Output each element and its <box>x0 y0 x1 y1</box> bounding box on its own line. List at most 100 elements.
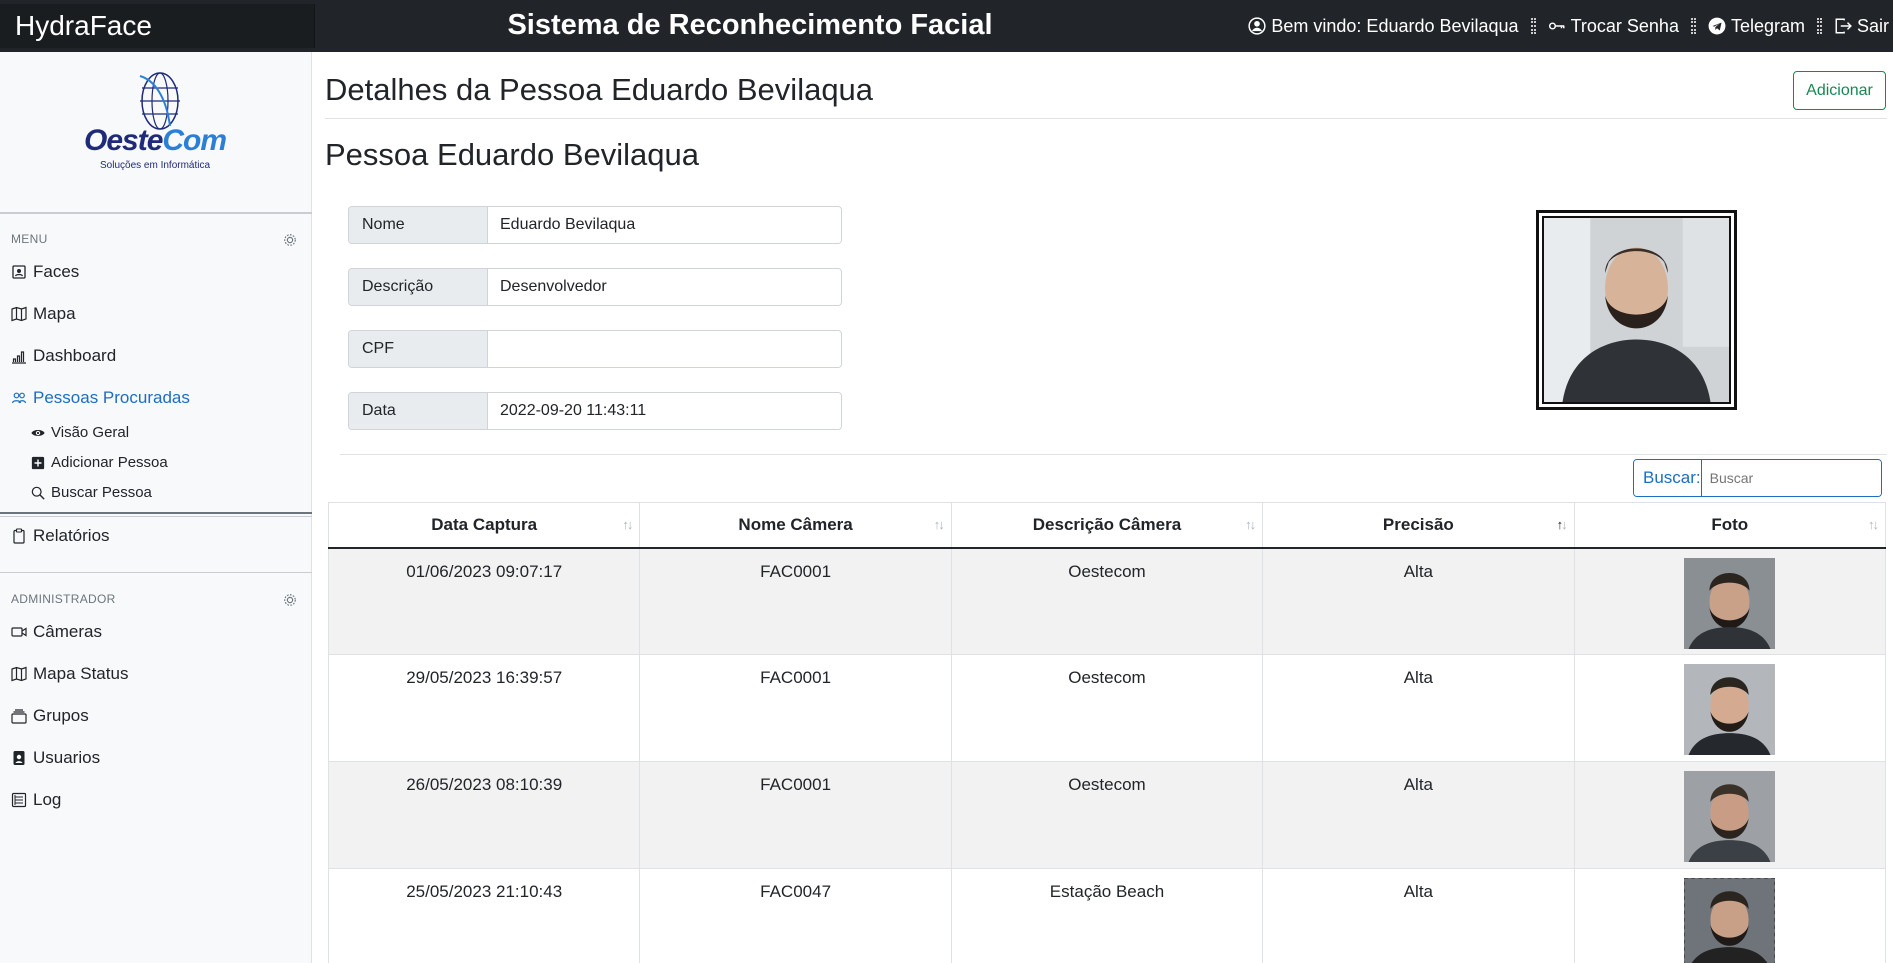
sidebar-item-faces[interactable]: Faces <box>11 262 79 282</box>
gear-icon[interactable] <box>283 593 297 607</box>
navbar-actions: Bem vindo: Eduardo Bevilaqua Trocar Senh… <box>1248 0 1889 52</box>
captures-table: Data Captura ↑↓ Nome Câmera ↑↓ Descrição C… <box>327 502 1887 963</box>
logout-link[interactable]: Sair <box>1834 16 1889 37</box>
telegram-icon <box>1708 17 1726 35</box>
sidebar-item-cameras[interactable]: Câmeras <box>11 622 102 642</box>
column-header-descricao-camera[interactable]: Descrição Câmera ↑↓ <box>950 502 1263 549</box>
app-title: Sistema de Reconhecimento Facial <box>507 9 993 41</box>
sidebar-subitem-buscar-pessoa[interactable]: Buscar Pessoa <box>31 484 152 501</box>
sidebar-item-label: Faces <box>33 262 80 281</box>
main-content: Detalhes da Pessoa Eduardo Bevilaqua Adi… <box>313 52 1893 963</box>
bar-chart-icon <box>12 351 26 364</box>
sort-icon: ↑↓ <box>1868 517 1879 532</box>
capture-thumbnail[interactable] <box>1684 878 1776 963</box>
sidebar-subitem-visao-geral[interactable]: Visão Geral <box>31 424 129 441</box>
sort-icon: ↑↓ <box>622 517 633 532</box>
table-row[interactable]: 26/05/2023 08:10:39 FAC0001 Oestecom Alt… <box>327 761 1887 869</box>
sidebar-item-relatorios[interactable]: Relatórios <box>11 526 110 546</box>
sidebar-item-dashboard[interactable]: Dashboard <box>11 346 116 366</box>
column-label: Data Captura <box>431 514 538 534</box>
column-label: Precisão <box>1382 514 1454 534</box>
cell-descricao: Estação Beach <box>950 868 1263 963</box>
cell-descricao: Oestecom <box>950 761 1263 869</box>
cell-camera: FAC0001 <box>639 547 952 655</box>
change-password-link[interactable]: Trocar Senha <box>1548 16 1679 37</box>
admin-heading: ADMINISTRADOR <box>11 592 116 606</box>
person-badge-icon <box>12 265 26 279</box>
brand-name[interactable]: HydraFace <box>0 4 315 48</box>
cell-precisao: Alta <box>1262 654 1575 762</box>
table-row[interactable]: 01/06/2023 09:07:17 FAC0001 Oestecom Alt… <box>327 547 1887 655</box>
table-row[interactable]: 25/05/2023 21:10:43 FAC0047 Estação Beac… <box>327 868 1887 963</box>
capture-thumbnail[interactable] <box>1684 664 1776 755</box>
telegram-link[interactable]: Telegram <box>1708 16 1805 37</box>
cpf-field[interactable] <box>488 331 841 367</box>
add-button[interactable]: Adicionar <box>1793 71 1886 110</box>
cell-descricao: Oestecom <box>950 654 1263 762</box>
table-row[interactable]: 29/05/2023 16:39:57 FAC0001 Oestecom Alt… <box>327 654 1887 762</box>
field-descricao: Descrição Desenvolvedor <box>348 268 842 306</box>
sidebar-item-mapa-status[interactable]: Mapa Status <box>11 664 128 684</box>
table-header-row: Data Captura ↑↓ Nome Câmera ↑↓ Descrição C… <box>327 502 1887 549</box>
sidebar-item-grupos[interactable]: Grupos <box>11 706 89 726</box>
sidebar-subitem-label: Buscar Pessoa <box>51 484 152 501</box>
person-photo <box>1536 210 1737 410</box>
sidebar-item-pessoas-procuradas[interactable]: Pessoas Procuradas <box>11 388 190 408</box>
cell-foto <box>1573 654 1887 762</box>
cell-precisao: Alta <box>1262 547 1575 655</box>
sidebar-subitem-label: Visão Geral <box>51 424 130 441</box>
sort-asc-icon: ↑↓ <box>1556 517 1568 532</box>
field-cpf: CPF <box>348 330 842 368</box>
sidebar-item-label: Log <box>33 790 62 809</box>
page-title: Detalhes da Pessoa Eduardo Bevilaqua <box>325 72 874 107</box>
logout-label: Sair <box>1856 15 1889 36</box>
cell-data: 29/05/2023 16:39:57 <box>327 654 640 762</box>
cell-foto <box>1573 868 1887 963</box>
sidebar-item-label: Pessoas Procuradas <box>33 388 190 407</box>
people-icon <box>11 392 27 404</box>
sidebar-item-label: Mapa Status <box>33 664 129 683</box>
person-circle-icon <box>1248 17 1266 35</box>
sidebar-item-label: Grupos <box>33 706 89 725</box>
clipboard-icon <box>13 528 25 544</box>
divider <box>0 572 312 573</box>
field-label: Descrição <box>349 269 488 305</box>
descricao-field[interactable]: Desenvolvedor <box>488 269 841 305</box>
globe-logo-icon <box>139 72 180 130</box>
cell-descricao: Oestecom <box>950 547 1263 655</box>
search-input[interactable] <box>1701 460 1881 496</box>
nome-field[interactable]: Eduardo Bevilaqua <box>488 207 841 243</box>
gear-icon[interactable] <box>283 233 297 247</box>
sidebar-item-log[interactable]: Log <box>11 790 61 810</box>
cell-camera: FAC0001 <box>639 654 952 762</box>
sidebar-item-usuarios[interactable]: Usuarios <box>11 748 100 768</box>
column-label: Foto <box>1711 514 1749 534</box>
column-header-foto[interactable]: Foto ↑↓ <box>1573 502 1887 549</box>
sidebar-item-label: Mapa <box>33 304 76 323</box>
logo-wordmark: OesteCom <box>84 124 227 157</box>
top-navbar: HydraFace Sistema de Reconhecimento Faci… <box>0 0 1893 52</box>
capture-thumbnail[interactable] <box>1684 771 1776 862</box>
search-label: Buscar: <box>1634 460 1702 496</box>
sort-icon: ↑↓ <box>1245 517 1256 532</box>
collection-icon <box>11 709 27 724</box>
sidebar: OesteCom Soluções em Informática MENU Fa… <box>0 52 312 963</box>
sidebar-item-mapa[interactable]: Mapa <box>11 304 76 324</box>
column-header-precisao[interactable]: Precisão ↑↓ <box>1262 502 1575 549</box>
column-header-data-captura[interactable]: Data Captura ↑↓ <box>327 502 640 549</box>
cell-data: 25/05/2023 21:10:43 <box>327 868 640 963</box>
sidebar-item-label: Câmeras <box>33 622 102 641</box>
welcome-user[interactable]: Bem vindo: Eduardo Bevilaqua <box>1248 16 1519 37</box>
column-label: Descrição Câmera <box>1032 514 1182 534</box>
cell-camera: FAC0047 <box>639 868 952 963</box>
face-photo-icon <box>1684 664 1776 755</box>
cell-precisao: Alta <box>1262 761 1575 869</box>
eye-icon <box>31 429 45 436</box>
capture-thumbnail[interactable] <box>1684 557 1776 649</box>
map-icon <box>11 306 27 322</box>
divider <box>0 512 312 514</box>
column-header-nome-camera[interactable]: Nome Câmera ↑↓ <box>639 502 952 549</box>
separator <box>1530 18 1536 34</box>
data-field[interactable]: 2022-09-20 11:43:11 <box>488 393 841 429</box>
sidebar-subitem-adicionar-pessoa[interactable]: Adicionar Pessoa <box>31 454 168 471</box>
